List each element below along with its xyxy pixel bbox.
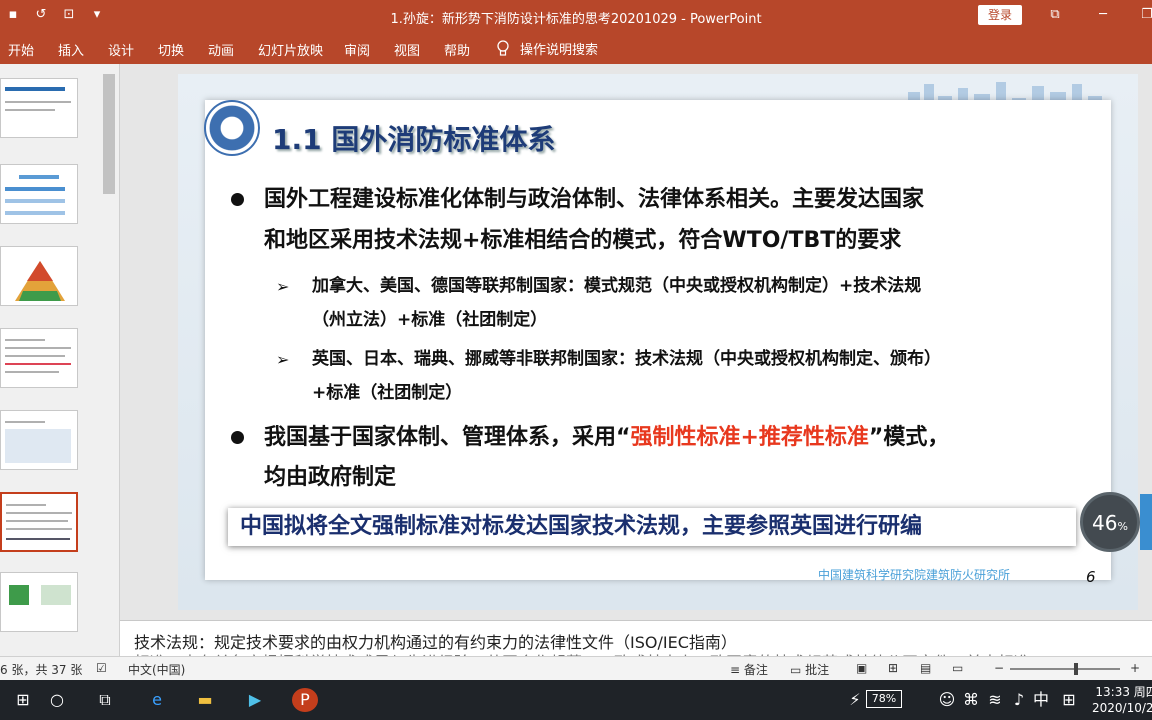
minimize-icon[interactable]: ─ — [1090, 5, 1116, 25]
search-icon[interactable]: ○ — [44, 688, 70, 712]
institute-logo — [204, 100, 260, 156]
power-plug-icon: ⚡ — [849, 690, 861, 709]
bullet2-line2: 均由政府制定 — [264, 465, 397, 490]
tab-insert[interactable]: 插入 — [58, 40, 84, 59]
sub1-line2: （州立法）+标准（社团制定） — [312, 310, 548, 330]
tell-me-search[interactable]: 操作说明搜索 — [496, 39, 598, 58]
slide-thumbnail-1[interactable] — [0, 78, 78, 138]
zoom-in-icon[interactable]: + — [1130, 661, 1140, 675]
tab-view[interactable]: 视图 — [394, 40, 420, 59]
sub2-line1: 英国、日本、瑞典、挪威等非联邦制国家：技术法规（中央或授权机构制定、颁布） — [312, 349, 941, 369]
tab-transitions[interactable]: 切换 — [158, 40, 184, 59]
sub2-line2: +标准（社团制定） — [312, 383, 463, 403]
ribbon-display-icon[interactable]: ⧉ — [1042, 5, 1068, 25]
system-clock[interactable]: 13:33 周四 2020/10/29 — [1092, 684, 1152, 716]
progress-indicator: 46% — [1080, 492, 1140, 552]
tab-animations[interactable]: 动画 — [208, 40, 234, 59]
language-indicator[interactable]: 中文(中国) — [128, 661, 185, 678]
ribbon-tabs: 开始 插入 设计 切换 动画 幻灯片放映 审阅 视图 帮助 操作说明搜索 — [0, 32, 1152, 64]
zoom-out-icon[interactable]: − — [994, 661, 1004, 675]
wechat-icon[interactable]: ☺ — [934, 688, 960, 712]
slide-thumbnail-6[interactable] — [0, 492, 78, 552]
battery-indicator[interactable]: 78% — [866, 690, 902, 708]
notes-pane[interactable]: 技术法规：规定技术要求的由权力机构通过的有约束力的法律性文件（ISO/IEC指南… — [120, 620, 1152, 672]
reading-view-icon[interactable]: ▤ — [920, 661, 931, 675]
tab-help[interactable]: 帮助 — [444, 40, 470, 59]
bullet-dot-2 — [231, 431, 244, 444]
file-explorer-icon[interactable]: ▬ — [192, 688, 218, 712]
bullet1-line2: 和地区采用技术法规+标准相结合的模式，符合WTO/TBT的要求 — [264, 228, 902, 253]
normal-view-icon[interactable]: ▣ — [856, 661, 867, 675]
accessibility-icon[interactable]: ☑ — [96, 661, 107, 675]
slide-title: 1.1 国外消防标准体系 — [272, 123, 556, 156]
bullet2-line1: 我国基于国家体制、管理体系，采用“强制性标准+推荐性标准”模式， — [264, 425, 950, 450]
edge-browser-icon[interactable]: e — [144, 688, 170, 712]
powerpoint-taskbar-icon[interactable]: P — [292, 688, 318, 712]
slide-sorter-icon[interactable]: ⊞ — [888, 661, 898, 675]
login-button[interactable]: 登录 — [978, 5, 1022, 25]
tab-slideshow[interactable]: 幻灯片放映 — [258, 40, 323, 59]
network-icon[interactable]: ⌘ — [958, 688, 984, 712]
tab-home[interactable]: 开始 — [8, 40, 34, 59]
lightbulb-icon — [497, 39, 509, 56]
highlight-banner: 中国拟将全文强制标准对标发达国家技术法规，主要参照英国进行研编 — [228, 508, 1076, 546]
side-handle[interactable] — [1140, 494, 1152, 550]
arrow-bullet-icon: ➢ — [276, 350, 290, 369]
title-bar: ▪ ↺ ⊡ ▾ 1.孙旋：新形势下消防设计标准的思考20201029 - Pow… — [0, 0, 1152, 32]
bullet1-line1: 国外工程建设标准化体制与政治体制、法律体系相关。主要发达国家 — [264, 187, 925, 212]
bullet-dot-1 — [231, 193, 244, 206]
page-number: 6 — [1086, 568, 1096, 586]
restore-icon[interactable]: ❐ — [1134, 5, 1152, 25]
arrow-bullet-icon: ➢ — [276, 277, 290, 296]
task-view-icon[interactable]: ⧉ — [92, 688, 118, 712]
slide-thumbnail-4[interactable] — [0, 328, 78, 388]
windows-taskbar: ⊞ ○ ⧉ e ▬ ▶ P ⚡ 78% ☺ ⌘ ≋ ♪ 中 ⊞ 13:33 周四… — [0, 680, 1152, 720]
slide-thumbnail-5[interactable] — [0, 410, 78, 470]
slide-thumbnail-2[interactable] — [0, 164, 78, 224]
search-label: 操作说明搜索 — [520, 43, 599, 58]
highlight-text: 强制性标准+推荐性标准 — [630, 425, 869, 450]
status-bar: 6 张，共 37 张 ☑ 中文(中国) ≡ 备注 ▭ 批注 ▣ ⊞ ▤ ▭ − … — [0, 656, 1152, 680]
notes-button[interactable]: ≡ 备注 — [730, 661, 768, 678]
slideshow-icon[interactable]: ▭ — [952, 661, 963, 675]
ime-grid-icon[interactable]: ⊞ — [1056, 688, 1082, 712]
wifi-icon[interactable]: ≋ — [982, 688, 1008, 712]
media-player-icon[interactable]: ▶ — [242, 688, 268, 712]
comments-button[interactable]: ▭ 批注 — [790, 661, 829, 678]
zoom-slider[interactable] — [1010, 668, 1120, 670]
footer-organization: 中国建筑科学研究院建筑防火研究所 — [818, 568, 1011, 582]
zoom-slider-knob[interactable] — [1074, 663, 1078, 675]
tab-review[interactable]: 审阅 — [344, 40, 370, 59]
sub1-line1: 加拿大、美国、德国等联邦制国家：模式规范（中央或授权机构制定）+技术法规 — [312, 276, 922, 296]
windows-start-icon[interactable]: ⊞ — [10, 688, 36, 712]
ime-indicator[interactable]: 中 — [1028, 688, 1054, 712]
thumbnail-scrollbar[interactable] — [101, 70, 117, 650]
slide-thumbnail-3[interactable] — [0, 246, 78, 306]
tab-design[interactable]: 设计 — [108, 40, 134, 59]
slide-thumbnail-7[interactable] — [0, 572, 78, 632]
scrollbar-thumb[interactable] — [103, 74, 115, 194]
slide-count: 6 张，共 37 张 — [0, 663, 83, 677]
